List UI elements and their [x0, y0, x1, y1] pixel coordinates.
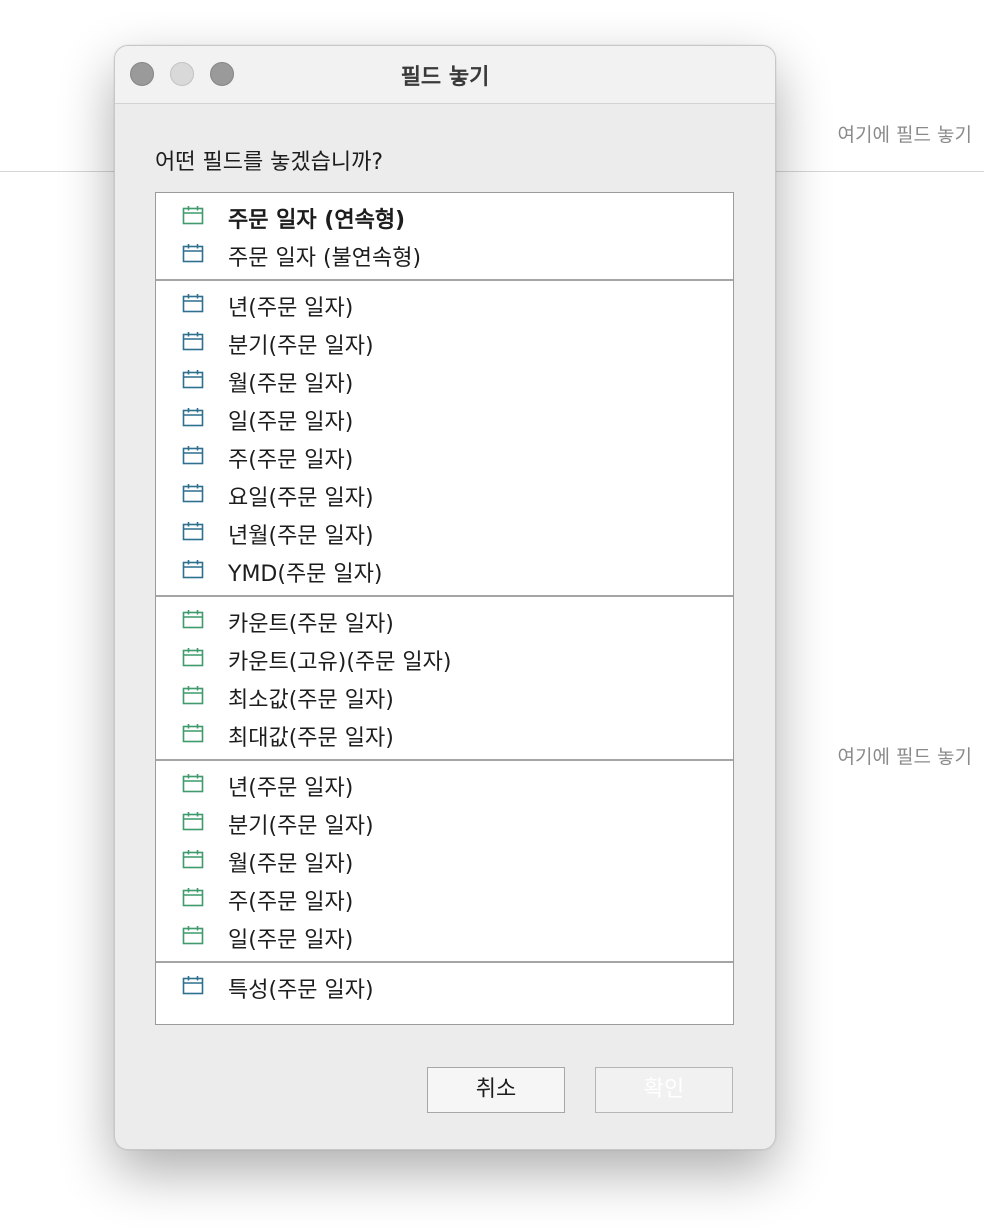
field-option-item[interactable]: 년(주문 일자) [156, 285, 733, 323]
calendar-icon [182, 244, 204, 263]
title-bar[interactable]: 필드 놓기 [115, 46, 775, 104]
ok-button[interactable]: 확인 [595, 1067, 733, 1113]
calendar-icon [182, 724, 204, 743]
field-option-item[interactable]: 주문 일자 (불연속형) [156, 235, 733, 273]
calendar-icon [182, 976, 204, 995]
field-option-label: 특성(주문 일자) [228, 978, 374, 1003]
field-option-item[interactable]: 년(주문 일자) [156, 765, 733, 803]
field-option-label: 일(주문 일자) [228, 410, 354, 435]
field-option-item[interactable]: 주(주문 일자) [156, 879, 733, 917]
calendar-icon [182, 926, 204, 945]
calendar-icon [182, 888, 204, 907]
field-option-item[interactable]: 분기(주문 일자) [156, 803, 733, 841]
field-option-label: 일(주문 일자) [228, 928, 354, 953]
field-option-label: 분기(주문 일자) [228, 814, 374, 839]
field-option-label: 년월(주문 일자) [228, 524, 374, 549]
field-option-label: 월(주문 일자) [228, 372, 354, 397]
field-option-item[interactable]: 주(주문 일자) [156, 437, 733, 475]
calendar-icon [182, 294, 204, 313]
field-option-item[interactable]: 월(주문 일자) [156, 361, 733, 399]
field-option-group: 주문 일자 (연속형) 주문 일자 (불연속형) [156, 193, 733, 281]
field-option-item[interactable]: 분기(주문 일자) [156, 323, 733, 361]
field-option-label: 년(주문 일자) [228, 296, 354, 321]
calendar-icon [182, 610, 204, 629]
field-option-label: 년(주문 일자) [228, 776, 354, 801]
drop-field-dialog: 필드 놓기 어떤 필드를 놓겠습니까? 주문 일자 (연속형) 주문 일자 (불연… [114, 45, 776, 1150]
drop-zone-hint-top[interactable]: 여기에 필드 놓기 [838, 120, 972, 147]
calendar-icon [182, 408, 204, 427]
calendar-icon [182, 560, 204, 579]
field-option-label: 최소값(주문 일자) [228, 688, 394, 713]
dialog-title: 필드 놓기 [400, 65, 490, 90]
field-option-group: 카운트(주문 일자) 카운트(고유)(주문 일자) 최소값(주문 일자) 최대값(주문… [156, 597, 733, 761]
field-option-item[interactable]: 최소값(주문 일자) [156, 677, 733, 715]
calendar-icon [182, 850, 204, 869]
calendar-icon [182, 484, 204, 503]
field-option-label: 분기(주문 일자) [228, 334, 374, 359]
calendar-icon [182, 332, 204, 351]
field-option-item[interactable]: 카운트(고유)(주문 일자) [156, 639, 733, 677]
field-option-item[interactable]: YMD(주문 일자) [156, 551, 733, 589]
field-option-item[interactable]: 요일(주문 일자) [156, 475, 733, 513]
field-option-label: 주(주문 일자) [228, 448, 354, 473]
calendar-icon [182, 648, 204, 667]
calendar-icon [182, 370, 204, 389]
field-option-item[interactable]: 일(주문 일자) [156, 399, 733, 437]
field-option-item[interactable]: 카운트(주문 일자) [156, 601, 733, 639]
field-option-label: 요일(주문 일자) [228, 486, 374, 511]
field-option-label: 월(주문 일자) [228, 852, 354, 877]
field-option-label: YMD(주문 일자) [228, 562, 383, 587]
field-option-label: 주문 일자 (연속형) [228, 208, 406, 233]
field-option-item[interactable]: 주문 일자 (연속형) [156, 197, 733, 235]
dialog-prompt: 어떤 필드를 놓겠습니까? [155, 150, 384, 175]
field-option-label: 최대값(주문 일자) [228, 726, 394, 751]
field-option-label: 카운트(주문 일자) [228, 612, 394, 637]
calendar-icon [182, 522, 204, 541]
calendar-icon [182, 812, 204, 831]
drop-zone-hint-bottom[interactable]: 여기에 필드 놓기 [838, 742, 972, 769]
field-option-item[interactable]: 월(주문 일자) [156, 841, 733, 879]
calendar-icon [182, 446, 204, 465]
field-option-item[interactable]: 특성(주문 일자) [156, 967, 733, 1005]
calendar-icon [182, 774, 204, 793]
cancel-button[interactable]: 취소 [427, 1067, 565, 1113]
field-option-label: 카운트(고유)(주문 일자) [228, 650, 452, 675]
field-options-list[interactable]: 주문 일자 (연속형) 주문 일자 (불연속형) 년(주문 일자) 분기(주문 일자)… [155, 192, 734, 1025]
field-option-label: 주문 일자 (불연속형) [228, 246, 422, 271]
field-option-item[interactable]: 년월(주문 일자) [156, 513, 733, 551]
calendar-icon [182, 206, 204, 225]
field-option-item[interactable]: 최대값(주문 일자) [156, 715, 733, 753]
field-option-group: 특성(주문 일자) [156, 963, 733, 1011]
field-option-group: 년(주문 일자) 분기(주문 일자) 월(주문 일자) 주(주문 일자) 일(주문 일자… [156, 761, 733, 963]
field-option-item[interactable]: 일(주문 일자) [156, 917, 733, 955]
field-option-group: 년(주문 일자) 분기(주문 일자) 월(주문 일자) 일(주문 일자) 주(주문 일자… [156, 281, 733, 597]
field-option-label: 주(주문 일자) [228, 890, 354, 915]
calendar-icon [182, 686, 204, 705]
